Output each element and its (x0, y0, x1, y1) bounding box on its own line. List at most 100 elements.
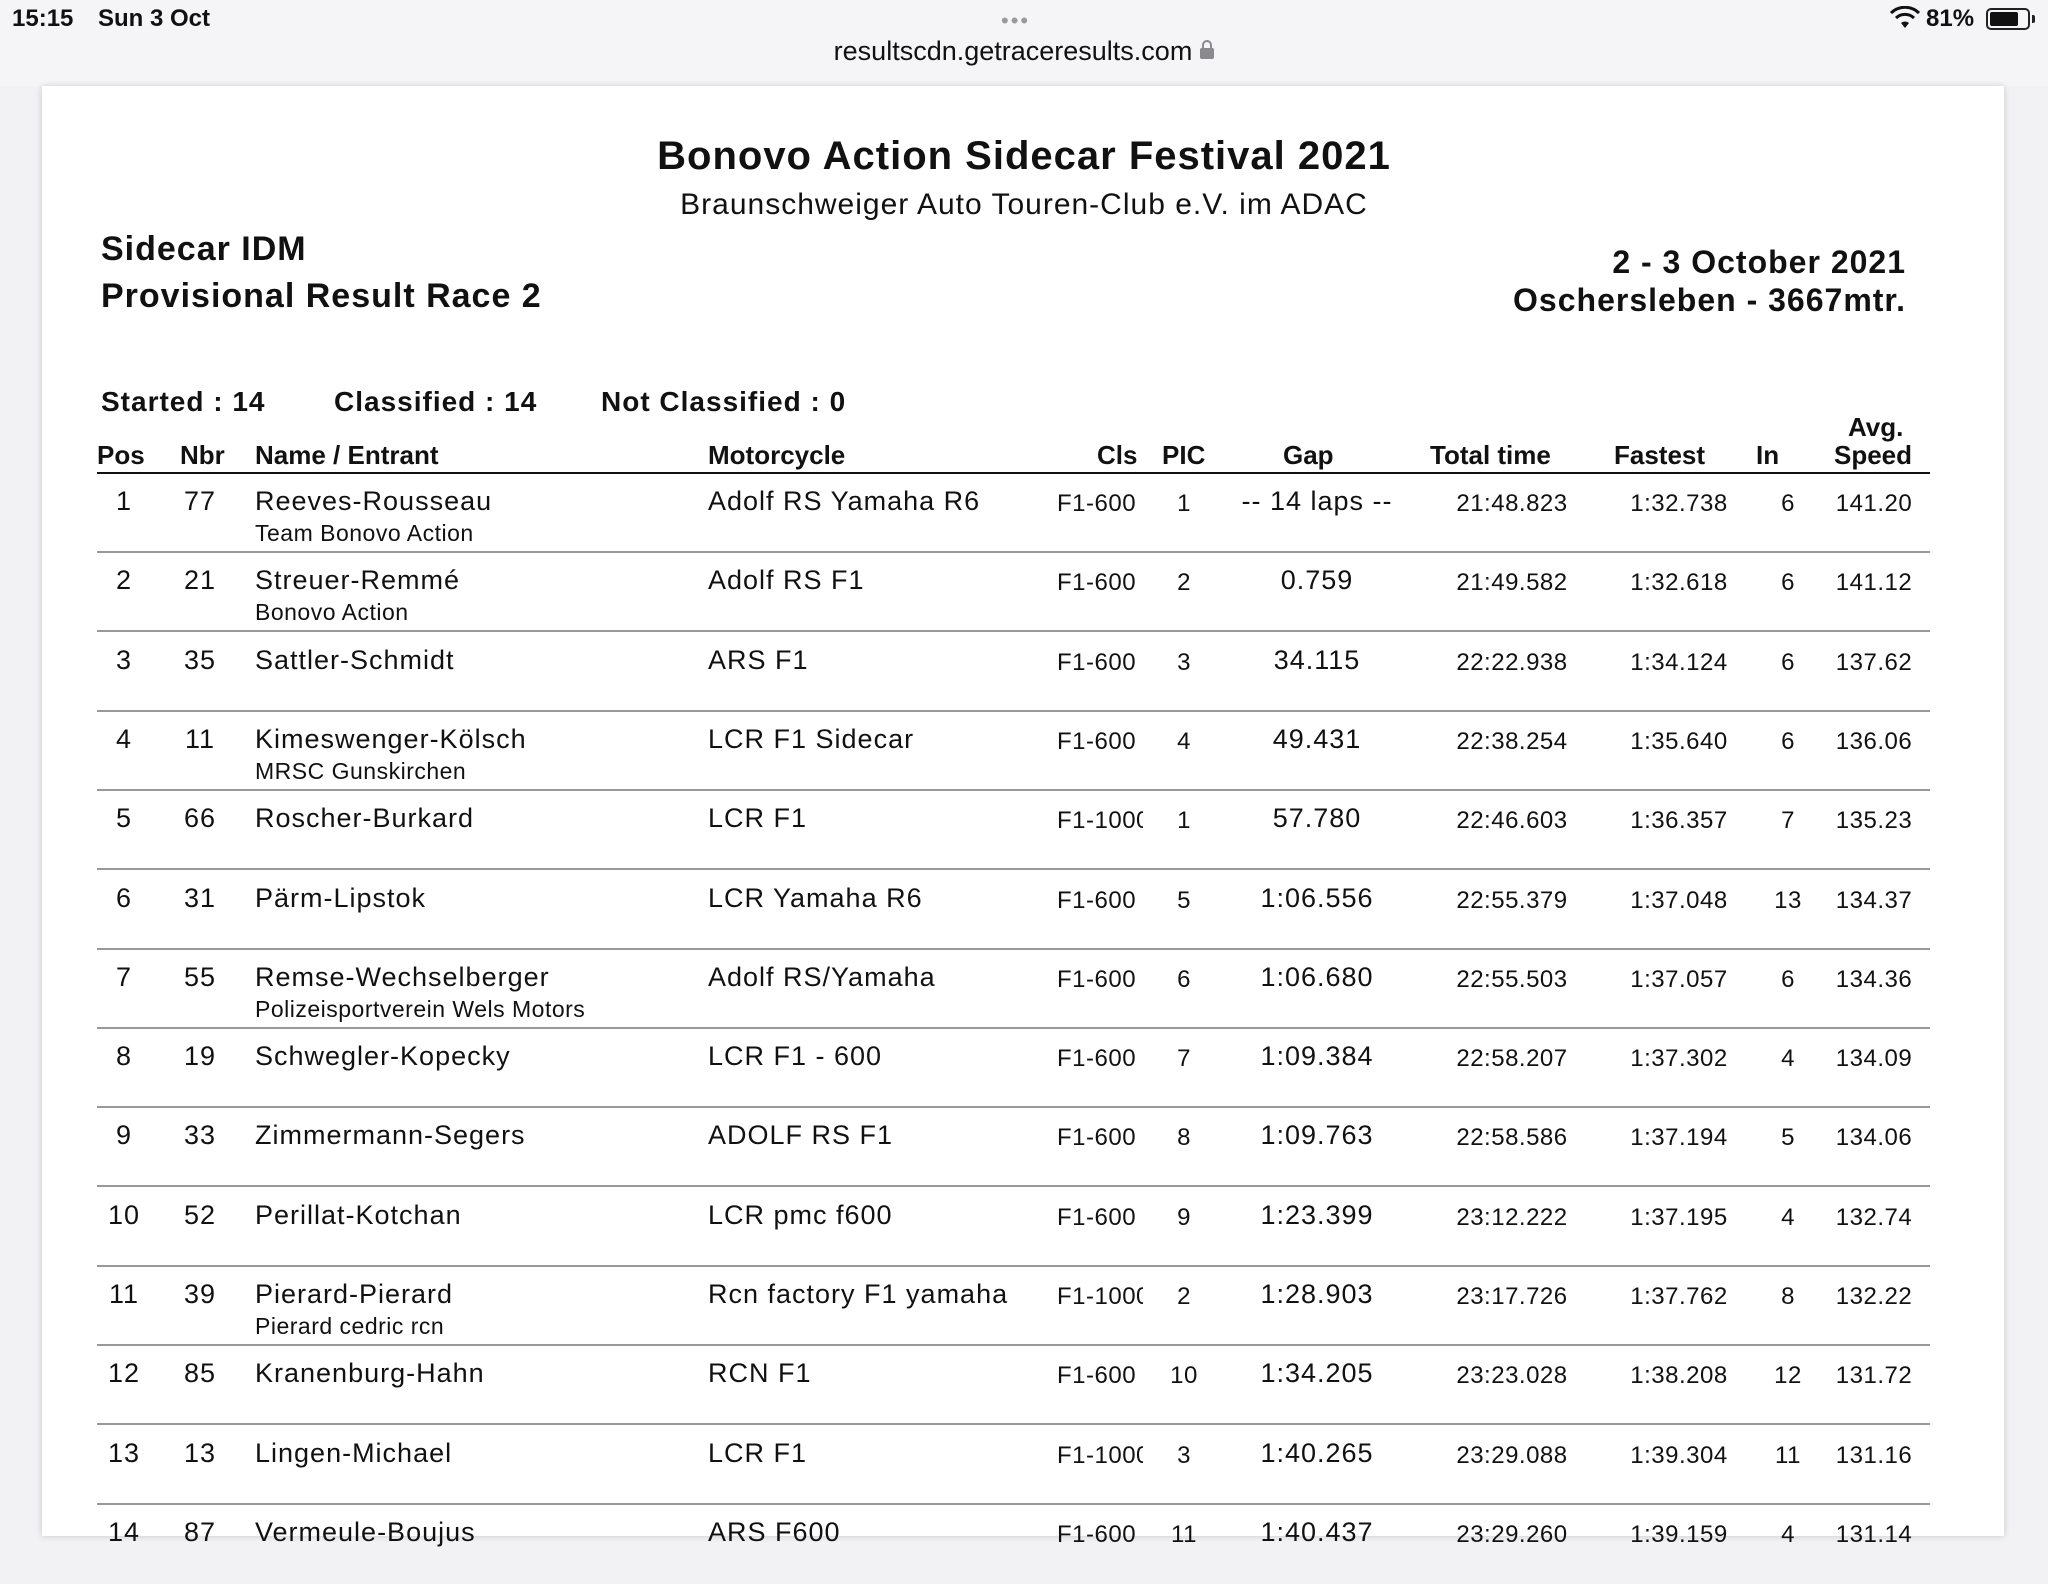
table-row: 7 55 Remse-Wechselberger Polizeisportverein… (97, 950, 1930, 1029)
fastest-lap-number-cell: 11 (1775, 1441, 1801, 1469)
driver-name-cell: Pärm-Lipstok (255, 882, 427, 913)
entrant-cell: Team Bonovo Action (255, 520, 474, 546)
avg-speed-cell: 141.20 (1835, 490, 1913, 517)
gap-cell: 1:06.556 (1260, 882, 1374, 913)
number-cell: 21 (183, 565, 217, 596)
avg-speed-cell: 137.62 (1835, 648, 1913, 676)
number-cell: 66 (183, 803, 217, 834)
driver-name-cell: Remse-Wechselberger (255, 961, 550, 992)
gap-cell: 0.759 (1280, 565, 1354, 596)
avg-speed-cell: 131.14 (1835, 1520, 1913, 1548)
table-row: 5 66 Roscher-Burkard LCR F1 F1-1000 1 57.780 22… (97, 791, 1930, 871)
class-cell: F1-600 (1057, 965, 1137, 993)
wifi-icon (1890, 6, 1920, 28)
avg-speed-cell: 134.09 (1835, 1045, 1913, 1073)
fastest-lap-number-cell: 6 (1781, 490, 1795, 517)
fastest-lap-cell: 1:38.208 (1630, 1362, 1728, 1390)
table-row: 12 85 Kranenburg-Hahn RCN F1 F1-600 10 1:34.20… (97, 1346, 1930, 1426)
motorcycle-cell: Rcn factory F1 yamaha (708, 1279, 1009, 1309)
status-time: 15:15 (12, 5, 74, 32)
position-in-class-cell: 8 (1177, 1124, 1191, 1152)
fastest-lap-cell: 1:37.302 (1630, 1045, 1728, 1073)
position-cell: 12 (107, 1358, 141, 1389)
header-fastest: Fastest (1614, 440, 1706, 470)
class-cell: F1-1000 (1057, 1283, 1143, 1310)
fastest-lap-cell: 1:39.304 (1630, 1441, 1728, 1469)
position-cell: 4 (115, 723, 133, 754)
classified-count: Classified : 14 (334, 386, 538, 417)
avg-speed-cell: 132.74 (1835, 1203, 1913, 1231)
driver-name-cell: Sattler-Schmidt (255, 644, 455, 675)
motorcycle-cell: LCR pmc f600 (708, 1199, 893, 1230)
number-cell: 55 (183, 961, 217, 992)
fastest-lap-number-cell: 4 (1781, 1203, 1795, 1231)
number-cell: 85 (183, 1358, 217, 1389)
table-row: 11 39 Pierard-Pierard Pierard cedric rcn Rcn… (97, 1267, 1930, 1346)
class-cell: F1-600 (1057, 1203, 1137, 1231)
driver-name-cell: Perillat-Kotchan (255, 1199, 462, 1230)
position-cell: 9 (115, 1120, 133, 1151)
position-cell: 1 (115, 486, 133, 516)
driver-name-cell: Pierard-Pierard (255, 1279, 454, 1309)
position-in-class-cell: 10 (1170, 1362, 1198, 1390)
more-dots-icon[interactable]: ••• (1001, 8, 1030, 34)
gap-cell: 1:28.903 (1260, 1279, 1374, 1309)
class-cell: F1-600 (1057, 648, 1137, 676)
class-cell: F1-600 (1057, 1362, 1137, 1390)
class-cell: F1-1000 (1057, 807, 1143, 835)
gap-cell: -- 14 laps -- (1241, 486, 1393, 516)
position-in-class-cell: 3 (1177, 1441, 1191, 1469)
class-cell: F1-600 (1057, 490, 1137, 517)
number-cell: 87 (183, 1516, 217, 1547)
fastest-lap-cell: 1:37.195 (1630, 1203, 1728, 1231)
not-classified-count: Not Classified : 0 (601, 386, 847, 417)
address-bar[interactable]: resultscdn.getraceresults.com (0, 36, 2048, 67)
driver-name-cell: Schwegler-Kopecky (255, 1041, 511, 1072)
position-cell: 14 (107, 1516, 141, 1547)
gap-cell: 1:06.680 (1260, 961, 1374, 992)
gap-cell: 34.115 (1273, 644, 1361, 675)
url-text: resultscdn.getraceresults.com (833, 36, 1193, 66)
motorcycle-cell: LCR F1 - 600 (708, 1041, 883, 1072)
fastest-lap-cell: 1:34.124 (1630, 648, 1728, 676)
event-venue: Oschersleben - 3667mtr. (1513, 282, 1906, 318)
total-time-cell: 22:58.586 (1456, 1124, 1568, 1152)
fastest-lap-number-cell: 12 (1774, 1362, 1802, 1390)
fastest-lap-number-cell: 5 (1781, 1124, 1795, 1152)
header-cls: Cls (1097, 440, 1138, 470)
gap-cell: 1:23.399 (1260, 1199, 1374, 1230)
fastest-lap-number-cell: 6 (1781, 965, 1795, 993)
battery-level (1990, 12, 2018, 26)
position-cell: 5 (115, 803, 133, 834)
driver-name-cell: Kranenburg-Hahn (255, 1358, 485, 1389)
motorcycle-cell: Adolf RS Yamaha R6 (708, 486, 981, 516)
motorcycle-cell: LCR Yamaha R6 (708, 882, 923, 913)
total-time-cell: 23:17.726 (1456, 1283, 1568, 1310)
driver-name-cell: Streuer-Remmé (255, 565, 461, 596)
avg-speed-cell: 136.06 (1835, 727, 1913, 755)
fastest-lap-cell: 1:32.618 (1630, 569, 1728, 597)
total-time-cell: 23:29.260 (1456, 1520, 1568, 1548)
gap-cell: 1:09.384 (1260, 1041, 1374, 1072)
position-in-class-cell: 4 (1177, 727, 1191, 755)
position-cell: 7 (115, 961, 133, 992)
header-speed: Speed (1834, 440, 1913, 470)
total-time-cell: 22:22.938 (1456, 648, 1568, 676)
event-dates: 2 - 3 October 2021 (1612, 244, 1906, 280)
class-cell: F1-600 (1057, 886, 1137, 914)
result-title: Provisional Result Race 2 (101, 277, 542, 315)
fastest-lap-number-cell: 7 (1781, 807, 1795, 835)
table-row: 4 11 Kimeswenger-Kölsch MRSC Gunskirchen LCR… (97, 712, 1930, 791)
gap-cell: 57.780 (1272, 803, 1362, 834)
number-cell: 13 (183, 1437, 217, 1468)
total-time-cell: 22:55.503 (1456, 965, 1568, 993)
fastest-lap-cell: 1:37.048 (1630, 886, 1728, 914)
driver-name-cell: Lingen-Michael (255, 1437, 453, 1468)
position-in-class-cell: 6 (1177, 965, 1191, 993)
number-cell: 77 (183, 486, 217, 516)
avg-speed-cell: 131.16 (1835, 1441, 1913, 1469)
fastest-lap-number-cell: 8 (1781, 1283, 1795, 1310)
table-row: 1 77 Reeves-Rousseau Team Bonovo Action Adol… (97, 474, 1930, 553)
avg-speed-cell: 135.23 (1835, 807, 1913, 835)
fastest-lap-cell: 1:36.357 (1630, 807, 1728, 835)
